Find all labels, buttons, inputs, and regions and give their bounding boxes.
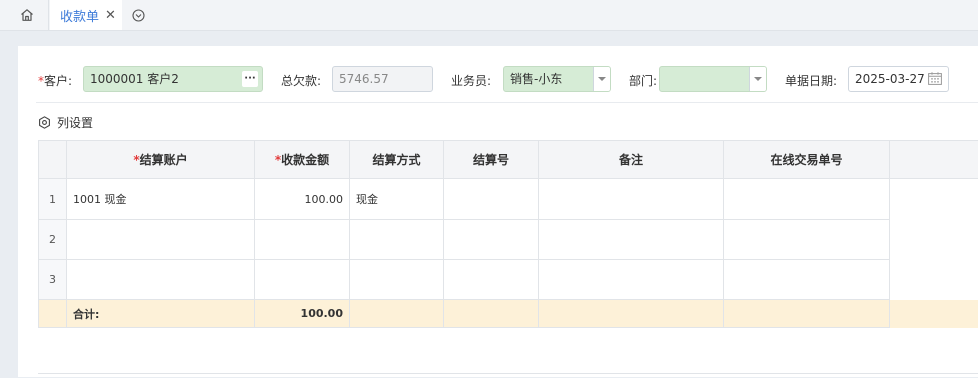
cell-online-no[interactable] — [724, 179, 890, 220]
total-empty — [350, 300, 444, 328]
cell-number[interactable] — [444, 179, 539, 220]
cell-remark[interactable] — [539, 260, 724, 300]
close-icon[interactable]: ✕ — [105, 9, 116, 22]
cell-online-no[interactable] — [724, 220, 890, 260]
tab-menu-button[interactable] — [126, 0, 150, 30]
tab-bar: 收款单 ✕ — [0, 0, 978, 31]
cell-method[interactable] — [350, 220, 444, 260]
cell-method[interactable]: 现金 — [350, 179, 444, 220]
cell-account[interactable] — [67, 260, 255, 300]
department-select[interactable] — [659, 66, 767, 92]
cell-account[interactable] — [67, 220, 255, 260]
total-empty — [444, 300, 539, 328]
customer-lookup-button[interactable]: ··· — [242, 71, 258, 87]
table-row: 1 1001 现金 100.00 现金 — [39, 179, 978, 220]
total-empty — [890, 300, 978, 328]
customer-field[interactable]: 1000001 客户2 ··· — [83, 66, 263, 92]
row-index: 2 — [39, 220, 67, 260]
cell-number[interactable] — [444, 260, 539, 300]
settlement-table: *结算账户 *收款金额 结算方式 结算号 备注 在线交易单号 1 1001 现金… — [38, 140, 978, 328]
total-label: 合计: — [67, 300, 255, 328]
blank-area — [890, 179, 978, 300]
chevron-circle-down-icon — [132, 9, 145, 22]
column-settings-label: 列设置 — [57, 114, 93, 131]
cell-amount[interactable]: 100.00 — [255, 179, 350, 220]
receipt-form-panel: *客户: 1000001 客户2 ··· 总欠款: 5746.57 业务员: 销… — [18, 46, 978, 377]
row-index: 3 — [39, 260, 67, 300]
cell-number[interactable] — [444, 220, 539, 260]
header-number[interactable]: 结算号 — [444, 141, 539, 179]
caret-down-icon[interactable] — [749, 67, 766, 91]
calendar-icon[interactable] — [928, 72, 942, 85]
cell-amount[interactable] — [255, 220, 350, 260]
table-row: 2 — [39, 220, 978, 260]
header-account[interactable]: *结算账户 — [67, 141, 255, 179]
doc-date-label: 单据日期: — [785, 72, 837, 89]
header-online-no[interactable]: 在线交易单号 — [724, 141, 890, 179]
doc-date-value: 2025-03-27 — [855, 72, 925, 86]
header-index — [39, 141, 67, 179]
divider — [36, 102, 978, 103]
header-blank — [890, 141, 978, 179]
total-debt-field: 5746.57 — [332, 66, 433, 92]
gear-icon — [38, 116, 51, 129]
tab-receipt[interactable]: 收款单 ✕ — [50, 0, 122, 30]
next-grid-edge — [38, 373, 978, 378]
column-settings-button[interactable]: 列设置 — [38, 114, 93, 131]
cell-online-no[interactable] — [724, 260, 890, 300]
salesman-value: 销售-小东 — [510, 72, 562, 86]
header-remark[interactable]: 备注 — [539, 141, 724, 179]
cell-account[interactable]: 1001 现金 — [67, 179, 255, 220]
customer-value: 1000001 客户2 — [90, 72, 179, 86]
table-header-row: *结算账户 *收款金额 结算方式 结算号 备注 在线交易单号 — [39, 141, 978, 179]
salesman-label: 业务员: — [451, 72, 491, 89]
doc-date-field[interactable]: 2025-03-27 — [848, 66, 949, 92]
table-row: 3 — [39, 260, 978, 300]
header-amount[interactable]: *收款金额 — [255, 141, 350, 179]
department-label: 部门: — [629, 72, 657, 89]
home-icon — [20, 8, 34, 22]
total-empty — [724, 300, 890, 328]
total-empty — [539, 300, 724, 328]
total-amount: 100.00 — [255, 300, 350, 328]
customer-label: *客户: — [38, 72, 72, 89]
total-index — [39, 300, 67, 328]
row-index: 1 — [39, 179, 67, 220]
cell-remark[interactable] — [539, 179, 724, 220]
salesman-select[interactable]: 销售-小东 — [503, 66, 611, 92]
total-row: 合计: 100.00 — [39, 300, 978, 328]
tab-receipt-label: 收款单 — [60, 6, 99, 25]
home-tab[interactable] — [6, 0, 49, 30]
total-debt-value: 5746.57 — [339, 72, 389, 86]
cell-method[interactable] — [350, 260, 444, 300]
cell-amount[interactable] — [255, 260, 350, 300]
total-debt-label: 总欠款: — [281, 72, 321, 89]
caret-down-icon[interactable] — [593, 67, 610, 91]
cell-remark[interactable] — [539, 220, 724, 260]
header-method[interactable]: 结算方式 — [350, 141, 444, 179]
